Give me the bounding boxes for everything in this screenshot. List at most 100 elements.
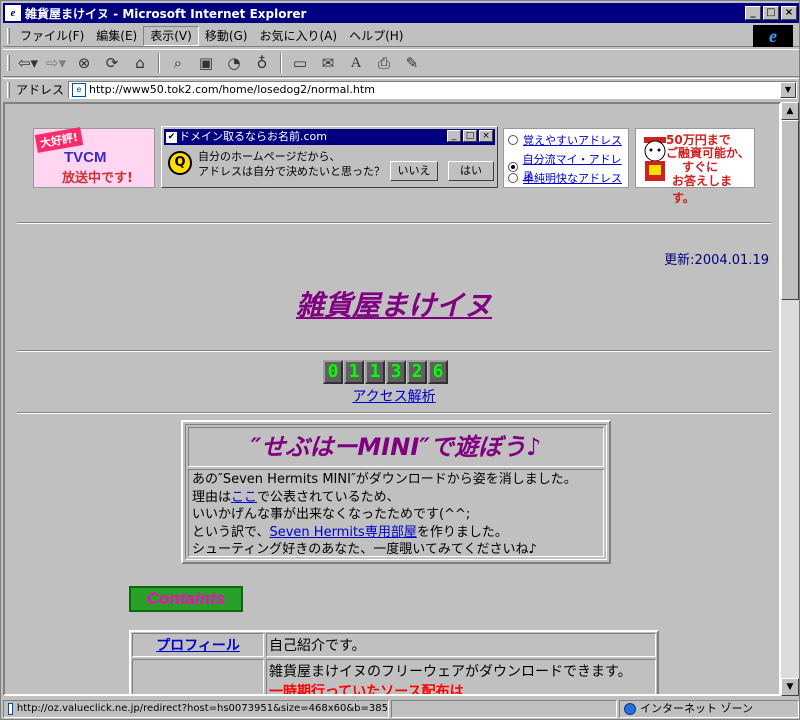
updated-date: 更新:2004.01.19	[664, 253, 769, 268]
contents-heading-image: Containts	[129, 586, 243, 612]
ad2-text2: アドレスは自分で決めたいと思った？	[198, 165, 385, 178]
notice-box: ″せぶはーMINI″で遊ぼう♪ あの″Seven Hermits MINI″がダ…	[181, 420, 611, 564]
access-analysis-link[interactable]: アクセス解析	[5, 386, 779, 406]
ie-logo-icon: e	[753, 25, 793, 47]
scroll-up-button[interactable]: ▲	[781, 102, 799, 120]
ie-page-icon: e	[5, 5, 21, 21]
loan-ad-banner[interactable]: 50万円まで ご融資可能か、 すぐに お答えします。	[635, 128, 755, 205]
forward-icon[interactable]: ⇨▾	[44, 52, 68, 74]
notice-inner: ″せぶはーMINI″で遊ぼう♪ あの″Seven Hermits MINI″がダ…	[185, 424, 607, 560]
table-cell-desc: 雑貨屋まけイヌのフリーウェアがダウンロードできます。 一時期行っていたソース配布…	[266, 659, 656, 696]
address-box[interactable]: e ▼	[68, 80, 797, 99]
notice-line-1: あの″Seven Hermits MINI″がダウンロードから姿を消しました。	[192, 472, 577, 487]
ad3-option-1[interactable]: 覚えやすいアドレス	[508, 132, 622, 148]
toolbar-separator	[158, 53, 160, 73]
scroll-down-button[interactable]: ▼	[781, 678, 799, 696]
ad2-yes-button[interactable]: はい	[448, 161, 494, 181]
ad2-minimize-icon: _	[447, 130, 461, 142]
table-cell-link	[132, 659, 264, 694]
edit-icon[interactable]: ✎	[400, 52, 424, 74]
menu-grip	[7, 27, 10, 44]
menu-file[interactable]: ファイル(F)	[14, 27, 90, 45]
page-icon	[8, 702, 13, 715]
counter-digit: 3	[386, 360, 406, 384]
notice-title: ″せぶはーMINI″で遊ぼう♪	[188, 427, 604, 467]
address-dropdown-button[interactable]: ▼	[780, 81, 796, 98]
ad4-line4: お答えします。	[672, 174, 733, 205]
notice-line-4: という訳で、Seven Hermits専用部屋を作りました。	[192, 524, 600, 542]
divider	[17, 350, 771, 352]
menu-bar: ファイル(F) 編集(E) 表示(V) 移動(G) お気に入り(A) ヘルプ(H…	[3, 25, 799, 47]
font-icon[interactable]: A	[344, 52, 368, 74]
menu-favorites[interactable]: お気に入り(A)	[253, 27, 343, 45]
ad2-window-buttons: _ □ ×	[445, 130, 493, 142]
notice-body: あの″Seven Hermits MINI″がダウンロードから姿を消しました。 …	[188, 469, 604, 557]
page-viewport: 大好評! TVCM 放送中です! ✔ ドメイン取るならお名前.com _ □ ×…	[3, 102, 781, 696]
ad2-title: ドメイン取るならお名前.com	[179, 130, 327, 143]
notice-line-4-pre: という訳で、	[192, 524, 270, 540]
banner-row: 大好評! TVCM 放送中です! ✔ ドメイン取るならお名前.com _ □ ×…	[33, 126, 755, 205]
table-row: 雑貨屋まけイヌのフリーウェアがダウンロードできます。 一時期行っていたソース配布…	[131, 658, 657, 696]
favorites-icon[interactable]: ▣	[194, 52, 218, 74]
table-cell-link: プロフィール	[132, 633, 264, 657]
minimize-button[interactable]: _	[745, 6, 761, 20]
status-zone: インターネット ゾーン	[619, 699, 799, 718]
counter-digit: 0	[323, 360, 343, 384]
status-progress	[391, 699, 617, 718]
toolbar-grip	[7, 55, 10, 71]
address-options-ad: 覚えやすいアドレス 自分流マイ・アドレス 単純明快なアドレス	[503, 128, 629, 188]
here-link[interactable]: ここ	[231, 490, 257, 505]
divider	[17, 222, 771, 224]
menu-help[interactable]: ヘルプ(H)	[343, 27, 409, 45]
menu-edit[interactable]: 編集(E)	[90, 27, 143, 45]
search-icon[interactable]: ⌕	[166, 52, 190, 74]
maximize-button[interactable]: □	[763, 6, 779, 20]
ad2-no-button[interactable]: いいえ	[390, 161, 438, 181]
fullscreen-icon[interactable]: ▭	[288, 52, 312, 74]
profile-link[interactable]: プロフィール	[156, 638, 240, 654]
menu-go[interactable]: 移動(G)	[199, 27, 254, 45]
mail-icon[interactable]: ✉	[316, 52, 340, 74]
back-icon[interactable]: ⇦▾	[16, 52, 40, 74]
notice-line-4-post: を作りました。	[416, 524, 508, 540]
address-input[interactable]	[89, 83, 780, 96]
tvcm-banner[interactable]: 大好評! TVCM 放送中です!	[33, 127, 155, 188]
address-grip	[7, 81, 10, 98]
table-cell-desc: 自己紹介です。	[266, 633, 656, 657]
notice-line-2: 理由はここで公表されているため、	[192, 489, 600, 507]
ad3-option-1-label: 覚えやすいアドレス	[523, 134, 622, 147]
ad1-line1: TVCM	[64, 149, 107, 166]
close-button[interactable]: ×	[781, 6, 797, 20]
history-icon[interactable]: ◔	[222, 52, 246, 74]
browser-window: e 雑貨屋まけイヌ - Microsoft Internet Explorer …	[0, 0, 800, 720]
internet-zone-icon	[624, 702, 636, 715]
vertical-scrollbar[interactable]: ▲ ▼	[781, 102, 799, 696]
counter-digit: 2	[407, 360, 427, 384]
ad2-titlebar: ✔ ドメイン取るならお名前.com _ □ ×	[164, 129, 495, 145]
counter-digit: 6	[428, 360, 448, 384]
refresh-icon[interactable]: ⟳	[100, 52, 124, 74]
counter-digit: 1	[344, 360, 364, 384]
notice-line-3: いいかげんな事が出来なくなったためです(^^;	[192, 507, 471, 522]
scroll-thumb[interactable]	[781, 120, 799, 300]
seven-hermits-room-link[interactable]: Seven Hermits専用部屋	[269, 525, 416, 540]
counter-digit: 1	[365, 360, 385, 384]
print-icon[interactable]: ⎙	[372, 52, 396, 74]
notice-line-5: シューティング好きのあなた、一度覗いてみてくださいね♪	[192, 542, 537, 557]
ad3-option-3[interactable]: 単純明快なアドレス	[508, 170, 622, 186]
toolbar-separator	[280, 53, 282, 73]
channels-icon[interactable]: ♁	[250, 52, 274, 74]
stop-icon[interactable]: ⊗	[72, 52, 96, 74]
menu-view[interactable]: 表示(V)	[143, 25, 199, 46]
ad2-maximize-icon: □	[463, 130, 477, 142]
ad2-text1: 自分のホームページだから、	[198, 150, 341, 163]
divider	[17, 412, 771, 414]
domain-ad-banner[interactable]: ✔ ドメイン取るならお名前.com _ □ × Q 自分のホームページだから、 …	[161, 126, 498, 188]
notice-line-2-post: で公表されているため、	[257, 489, 400, 505]
home-icon[interactable]: ⌂	[128, 52, 152, 74]
download-desc-red: 一時期行っていたソース配布は	[269, 684, 464, 696]
ad1-line2: 放送中です!	[62, 171, 133, 186]
status-zone-text: インターネット ゾーン	[640, 701, 753, 715]
contents-table: プロフィール 自己紹介です。 雑貨屋まけイヌのフリーウェアがダウンロードできます…	[129, 630, 659, 696]
access-counter: 0 1 1 3 2 6	[323, 360, 449, 384]
